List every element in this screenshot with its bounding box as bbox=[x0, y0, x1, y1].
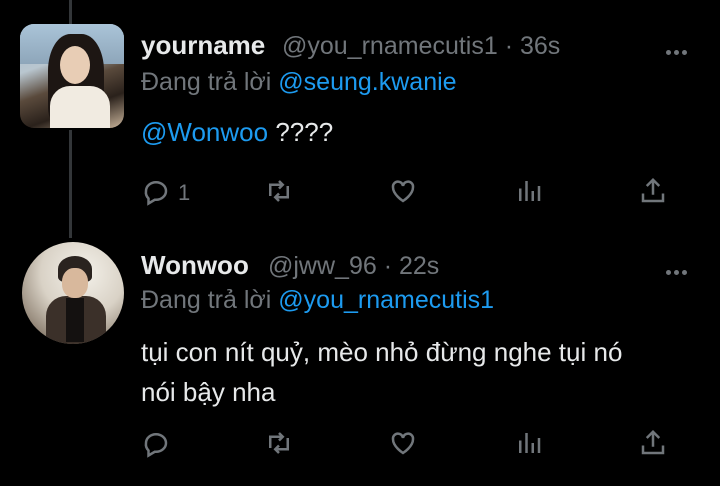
mention-link[interactable]: @Wonwoo bbox=[141, 117, 268, 147]
avatar[interactable] bbox=[22, 242, 124, 344]
separator: · bbox=[383, 252, 393, 280]
more-icon[interactable] bbox=[666, 262, 692, 275]
retweet-icon[interactable] bbox=[264, 428, 300, 464]
reply-icon[interactable] bbox=[141, 428, 177, 464]
timestamp[interactable]: 36s bbox=[520, 32, 560, 60]
tweet-text: tụi con nít quỷ, mèo nhỏ đừng nghe tụi n… bbox=[141, 332, 622, 412]
reply-count: 1 bbox=[178, 180, 191, 205]
timestamp[interactable]: 22s bbox=[399, 252, 439, 280]
share-icon[interactable] bbox=[638, 176, 674, 212]
avatar[interactable] bbox=[20, 24, 124, 128]
replying-to: Đang trả lời @seung.kwanie bbox=[141, 68, 457, 97]
analytics-icon[interactable] bbox=[514, 176, 550, 212]
replying-to-label: Đang trả lời bbox=[141, 286, 272, 314]
tweet-body: ???? bbox=[268, 117, 334, 147]
handle-and-time[interactable]: @you_rnamecutis1 · 36s bbox=[282, 32, 560, 61]
handle[interactable]: @you_rnamecutis1 bbox=[282, 32, 498, 60]
tweet-body-line1: tụi con nít quỷ, mèo nhỏ đừng nghe tụi n… bbox=[141, 337, 623, 367]
like-icon[interactable] bbox=[388, 176, 424, 212]
display-name[interactable]: Wonwoo bbox=[141, 250, 249, 281]
retweet-icon[interactable] bbox=[264, 176, 300, 212]
share-icon[interactable] bbox=[638, 428, 674, 464]
analytics-icon[interactable] bbox=[514, 428, 550, 464]
handle-and-time[interactable]: @jww_96 · 22s bbox=[268, 252, 439, 281]
replying-to-mention[interactable]: @seung.kwanie bbox=[278, 68, 456, 96]
more-icon[interactable] bbox=[666, 42, 692, 55]
replying-to-label: Đang trả lời bbox=[141, 68, 272, 96]
separator: · bbox=[504, 32, 514, 60]
like-icon[interactable] bbox=[388, 428, 424, 464]
handle[interactable]: @jww_96 bbox=[268, 252, 377, 280]
tweet-text: @Wonwoo ???? bbox=[141, 112, 333, 152]
replying-to: Đang trả lời @you_rnamecutis1 bbox=[141, 286, 494, 315]
replying-to-mention[interactable]: @you_rnamecutis1 bbox=[278, 286, 494, 314]
tweet[interactable]: yourname @you_rnamecutis1 · 36s Đang trả… bbox=[0, 20, 720, 235]
tweet[interactable]: Wonwoo @jww_96 · 22s Đang trả lời @you_r… bbox=[0, 240, 720, 486]
display-name[interactable]: yourname bbox=[141, 30, 265, 61]
tweet-body-line2: nói bậy nha bbox=[141, 377, 276, 407]
reply-icon[interactable] bbox=[141, 176, 177, 212]
